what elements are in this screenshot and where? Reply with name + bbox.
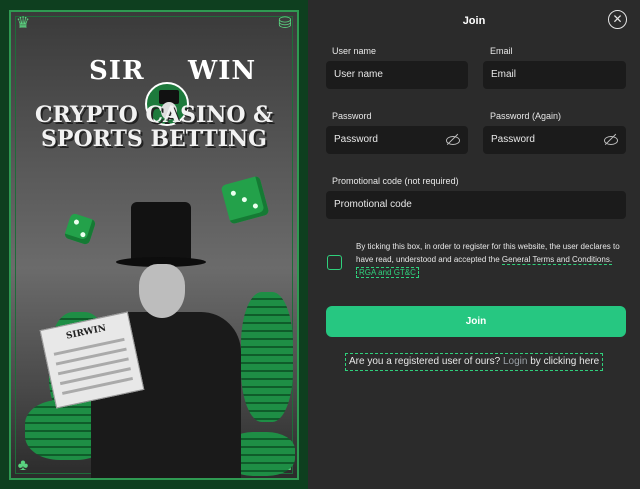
promo-code-field[interactable]: Promotional code xyxy=(326,191,626,219)
join-modal: ♛ ⛁ ♣ ⚄ SIR WIN CRYPTO CASINO & SPORTS B… xyxy=(0,0,640,489)
join-button[interactable]: Join xyxy=(326,306,626,337)
promo-code-label: Promotional code (not required) xyxy=(332,176,459,186)
promo-banner: ♛ ⛁ ♣ ⚄ SIR WIN CRYPTO CASINO & SPORTS B… xyxy=(0,0,308,489)
promo-headline-line1: CRYPTO CASINO & xyxy=(34,102,274,128)
password-again-placeholder: Password xyxy=(491,134,535,145)
terms-text: By ticking this box, in order to registe… xyxy=(356,240,626,279)
terms-link[interactable]: General Terms and Conditions. xyxy=(501,255,613,265)
username-field[interactable]: User name xyxy=(326,61,468,89)
login-link[interactable]: Login xyxy=(503,356,527,367)
login-prompt: Are you a registered user of ours? Login… xyxy=(345,353,604,371)
terms-checkbox[interactable] xyxy=(327,255,342,270)
chips-icon: ⛁ xyxy=(278,15,292,32)
eye-off-icon[interactable] xyxy=(604,133,618,147)
password-field[interactable]: Password xyxy=(326,126,468,154)
promo-frame: ♛ ⛁ ♣ ⚄ SIR WIN CRYPTO CASINO & SPORTS B… xyxy=(9,10,299,480)
eye-off-icon[interactable] xyxy=(446,133,460,147)
email-label: Email xyxy=(490,46,513,56)
brand-text-left: SIR xyxy=(89,56,145,86)
modal-title: Join xyxy=(462,15,486,27)
promo-headline-line2: SPORTS BETTING xyxy=(41,126,267,152)
crown-icon: ♛ xyxy=(15,15,31,32)
close-icon[interactable]: ✕ xyxy=(608,10,627,29)
rga-link[interactable]: RGA and GT&C xyxy=(356,267,419,278)
newspaper-title: SIRWIN xyxy=(65,323,108,342)
password-placeholder: Password xyxy=(334,134,378,145)
login-suffix: by clicking here xyxy=(530,356,600,367)
registration-form: Join ✕ User name User name Email Email P… xyxy=(308,0,640,489)
gentleman-illustration: SIRWIN xyxy=(39,202,251,478)
brand-text-right: WIN xyxy=(188,56,257,86)
email-field[interactable]: Email xyxy=(483,61,626,89)
password-again-field[interactable]: Password xyxy=(483,126,626,154)
password-again-label: Password (Again) xyxy=(490,111,562,121)
club-icon: ♣ xyxy=(17,457,29,474)
password-label: Password xyxy=(332,111,372,121)
login-prompt-text: Are you a registered user of ours? xyxy=(349,356,501,367)
username-label: User name xyxy=(332,46,377,56)
